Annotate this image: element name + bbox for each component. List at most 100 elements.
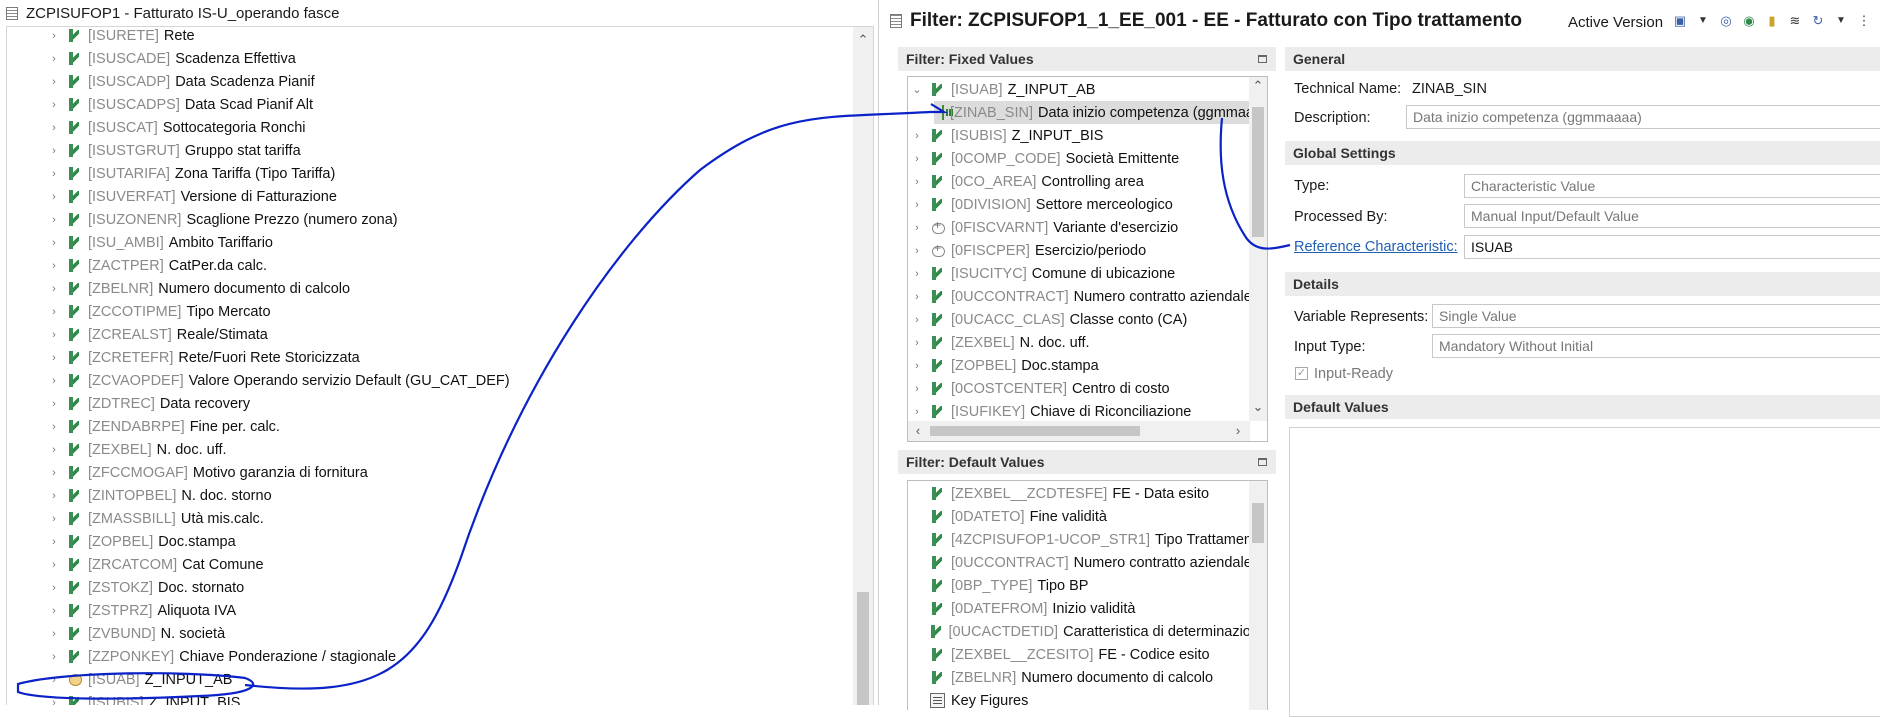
tree-row[interactable]: › [ZEXBEL] N. doc. uff. [49, 438, 873, 461]
tree-row[interactable]: › [ISUSCADPS] Data Scad Pianif Alt [49, 93, 873, 116]
chevron-right-icon[interactable]: › [49, 214, 59, 226]
tree-row[interactable]: › [ZMASSBILL] Utà mis.calc. [49, 507, 873, 530]
scroll-left-icon[interactable]: ‹ [910, 423, 926, 438]
default-values-scrollbar[interactable] [1249, 481, 1267, 710]
version-icon[interactable]: ▣ [1672, 13, 1688, 29]
chevron-right-icon[interactable]: › [912, 291, 922, 303]
tree-row[interactable]: › [0COSTCENTER] Centro di costo [912, 377, 1267, 400]
scroll-up-icon[interactable]: ⌃ [855, 32, 871, 48]
chevron-right-icon[interactable]: › [49, 490, 59, 502]
tree-row[interactable]: › [ZINTOPBEL] N. doc. storno [49, 484, 873, 507]
tree-row[interactable]: › [ZDTREC] Data recovery [49, 392, 873, 415]
tree-row[interactable]: › [ISUSCADE] Scadenza Effettiva [49, 47, 873, 70]
chevron-right-icon[interactable]: › [912, 406, 922, 418]
chevron-right-icon[interactable]: › [49, 421, 59, 433]
tree-row[interactable]: › [ISURETE] Rete [49, 27, 873, 47]
tree-row[interactable]: › [ISUVERFAT] Versione di Fatturazione [49, 185, 873, 208]
type-field[interactable]: Characteristic Value [1464, 174, 1880, 198]
input-type-field[interactable]: Mandatory Without Initial [1432, 334, 1880, 358]
tree-row[interactable]: › [ZFCCMOGAF] Motivo garanzia di fornitura [49, 461, 873, 484]
fixed-values-hscrollbar[interactable]: ‹ › [908, 421, 1250, 441]
chevron-right-icon[interactable]: › [49, 306, 59, 318]
chevron-right-icon[interactable]: › [49, 628, 59, 640]
tree-row[interactable]: [ZEXBEL__ZCESITO] FE - Codice esito [912, 643, 1267, 666]
tree-row[interactable]: › [ISUSTGRUT] Gruppo stat tariffa [49, 139, 873, 162]
reference-characteristic-field[interactable]: ISUAB [1464, 235, 1880, 259]
tree-row[interactable]: › [ZRCATCOM] Cat Comune [49, 553, 873, 576]
database-icon[interactable]: ▮ [1764, 13, 1780, 29]
tree-row[interactable]: › [ZSTOKZ] Doc. stornato [49, 576, 873, 599]
tree-row[interactable]: › [ISUSCAT] Sottocategoria Ronchi [49, 116, 873, 139]
chevron-right-icon[interactable]: › [912, 360, 922, 372]
tree-row[interactable]: › [0CO_AREA] Controlling area [912, 170, 1267, 193]
chevron-right-icon[interactable]: › [49, 674, 59, 686]
tree-row[interactable]: › [0COMP_CODE] Società Emittente [912, 147, 1267, 170]
tree-row[interactable]: › [ZENDABRPE] Fine per. calc. [49, 415, 873, 438]
tree-row[interactable]: › [0FISCVARNT]Variante d'esercizio [912, 216, 1267, 239]
chevron-right-icon[interactable]: › [912, 337, 922, 349]
chevron-right-icon[interactable]: › [912, 245, 922, 257]
chevron-right-icon[interactable]: › [912, 314, 922, 326]
tree-row[interactable]: › [ISUBIS] Z_INPUT_BIS [912, 124, 1267, 147]
chevron-right-icon[interactable]: › [49, 375, 59, 387]
chevron-right-icon[interactable]: › [49, 536, 59, 548]
tree-row[interactable]: [0UCCONTRACT] Numero contratto aziendale [912, 551, 1267, 574]
chevron-right-icon[interactable]: › [49, 582, 59, 594]
tree-row[interactable]: › [ZEXBEL] N. doc. uff. [912, 331, 1267, 354]
chevron-right-icon[interactable]: › [49, 145, 59, 157]
tree-row[interactable]: › [ZCREALST] Reale/Stimata [49, 323, 873, 346]
tree-row[interactable]: [0UCACTDETID] Caratteristica di determina… [912, 620, 1267, 643]
chevron-right-icon[interactable]: › [49, 352, 59, 364]
tree-row[interactable]: › [0UCCONTRACT] Numero contratto aziendale [912, 285, 1267, 308]
tree-row[interactable]: › [ZCVAOPDEF] Valore Operando servizio Def… [49, 369, 873, 392]
scroll-thumb[interactable] [1252, 107, 1264, 237]
refresh-icon[interactable]: ◎ [1718, 13, 1734, 29]
chevron-right-icon[interactable]: › [49, 467, 59, 479]
tree-row[interactable]: › [ISUAB] Z_INPUT_AB [49, 668, 873, 691]
chevron-down-icon[interactable]: ⌄ [912, 83, 922, 96]
scroll-thumb[interactable] [1252, 503, 1264, 543]
chevron-right-icon[interactable]: › [49, 237, 59, 249]
default-values-area[interactable] [1289, 427, 1880, 717]
tree-row[interactable]: [ZEXBEL__ZCDTESFE] FE - Data esito [912, 482, 1267, 505]
selected-tree-row[interactable]: [ZINAB_SIN] Data inizio competenza (ggmma… [934, 101, 1267, 124]
processed-by-field[interactable]: Manual Input/Default Value [1464, 204, 1880, 228]
chevron-right-icon[interactable]: › [49, 444, 59, 456]
tree-row[interactable]: › [ISUCITYC] Comune di ubicazione [912, 262, 1267, 285]
maximize-icon[interactable] [1258, 458, 1267, 466]
input-ready-checkbox[interactable]: ✓ [1295, 367, 1308, 380]
more-icon[interactable]: ⋮ [1856, 13, 1872, 29]
tree-row[interactable]: ⌄ [ISUAB] Z_INPUT_AB [912, 78, 1267, 101]
chevron-right-icon[interactable]: › [49, 605, 59, 617]
tree-row[interactable]: › [ISUZONENR] Scaglione Prezzo (numero zon… [49, 208, 873, 231]
tree-row[interactable]: [0DATETO] Fine validità [912, 505, 1267, 528]
chevron-right-icon[interactable]: › [912, 176, 922, 188]
tree-row[interactable]: › [ISUSCADP] Data Scadenza Pianif [49, 70, 873, 93]
filter-settings-icon[interactable]: ≋ [1787, 13, 1803, 29]
tree-row[interactable]: › [0UCACC_CLAS] Classe conto (CA) [912, 308, 1267, 331]
chevron-right-icon[interactable]: › [49, 398, 59, 410]
chevron-right-icon[interactable]: › [49, 513, 59, 525]
scroll-right-icon[interactable]: › [1230, 423, 1246, 438]
tree-row[interactable]: [0DATEFROM] Inizio validità [912, 597, 1267, 620]
tree-row[interactable]: › [0DIVISION] Settore merceologico [912, 193, 1267, 216]
chevron-right-icon[interactable]: › [912, 383, 922, 395]
fixed-values-tree[interactable]: ⌄ [ISUAB] Z_INPUT_AB [ZINAB_SIN] Data inizio… [907, 76, 1268, 442]
left-tree-scrollbar[interactable]: ⌃ [853, 27, 873, 705]
chevron-right-icon[interactable]: › [912, 222, 922, 234]
chevron-right-icon[interactable]: › [49, 260, 59, 272]
maximize-icon[interactable] [1258, 55, 1267, 63]
tree-row[interactable]: › [ZSTPRZ] Aliquota IVA [49, 599, 873, 622]
chevron-right-icon[interactable]: › [49, 122, 59, 134]
chevron-right-icon[interactable]: › [49, 329, 59, 341]
chevron-right-icon[interactable]: › [49, 283, 59, 295]
reference-characteristic-link[interactable]: Reference Characteristic: [1294, 239, 1458, 255]
tree-row[interactable]: [0BP_TYPE] Tipo BP [912, 574, 1267, 597]
fixed-values-scrollbar[interactable]: ⌃ ⌄ [1249, 77, 1267, 421]
chevron-right-icon[interactable]: › [49, 559, 59, 571]
scroll-down-icon[interactable]: ⌄ [1250, 399, 1266, 415]
chevron-right-icon[interactable]: › [49, 651, 59, 663]
query-tree[interactable]: › [ISURETE] Rete › [ISUSCADE] Scadenza Effett… [6, 26, 874, 705]
menu-dropdown-icon[interactable]: ▼ [1833, 13, 1849, 29]
tree-row[interactable]: › [ZACTPER] CatPer.da calc. [49, 254, 873, 277]
